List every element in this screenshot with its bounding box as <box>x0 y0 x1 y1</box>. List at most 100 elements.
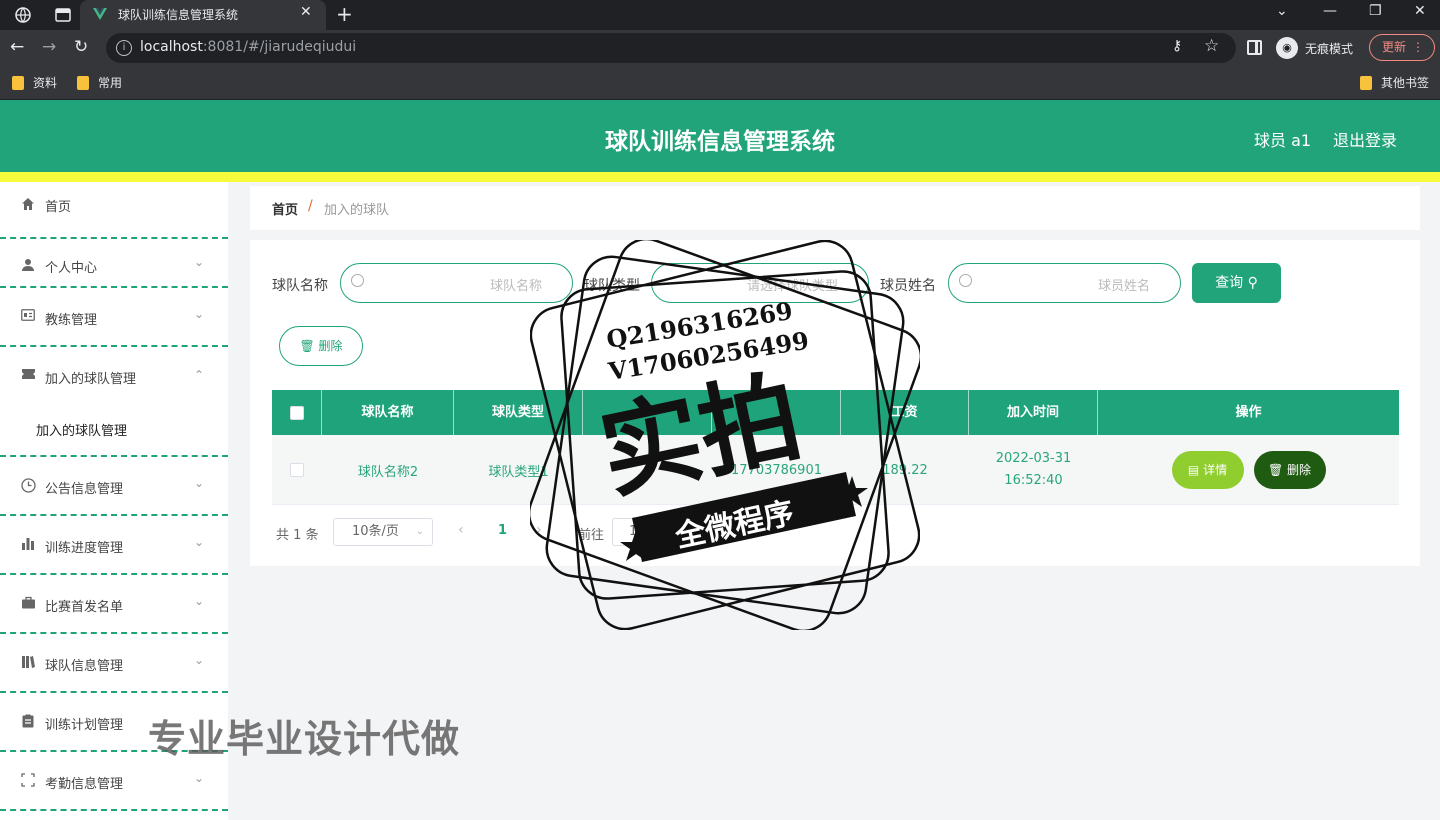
folder-icon <box>77 75 89 90</box>
column-header[interactable] <box>712 390 841 435</box>
scan-icon <box>20 773 36 789</box>
pagination-total: 共 1 条 <box>276 528 319 543</box>
select-all-cell[interactable] <box>272 390 322 435</box>
new-tab-icon[interactable]: + <box>336 2 353 26</box>
pagination: 共 1 条 10条/页 ⌄ ‹ 1 › 前往 1 <box>276 518 976 548</box>
clock-icon <box>20 478 36 494</box>
row-select-cell[interactable] <box>272 435 322 505</box>
cell-actions: ▤ 详情 🗑 删除 <box>1098 435 1399 505</box>
sidebar-item-home[interactable]: 首页 <box>0 182 228 239</box>
column-header[interactable]: 工资 <box>841 390 969 435</box>
chevron-down-icon: ⌄ <box>194 535 205 549</box>
chevron-down-icon: ⌄ <box>194 307 205 321</box>
breadcrumb-home[interactable]: 首页 <box>272 199 298 218</box>
other-bookmarks[interactable]: 其他书签 <box>1360 74 1429 91</box>
id-card-icon <box>20 309 36 325</box>
info-icon[interactable]: i <box>116 40 132 56</box>
trash-icon: 🗑 <box>299 339 315 353</box>
star-icon[interactable]: ☆ <box>1204 36 1219 56</box>
row-checkbox[interactable] <box>290 463 304 477</box>
sidebar-item-coach[interactable]: 教练管理 ⌄ <box>0 288 228 347</box>
overlay-watermark-text: 专业毕业设计代做 <box>148 717 461 761</box>
team-name-input[interactable]: 球队名称 <box>340 263 573 303</box>
chevron-down-icon: ⌄ <box>415 526 424 537</box>
cell-join-time: 2022-03-31 16:52:40 <box>995 451 1072 488</box>
bookmarks-bar: 资料 常用 其他书签 <box>0 66 1440 100</box>
content-card: 球队名称 球队名称 球队类型 请选择球队类型 球员姓名 球员姓名 查询 ⚲ 🗑 … <box>250 240 1420 566</box>
delete-button[interactable]: 🗑 删除 <box>1253 451 1326 489</box>
chevron-down-icon[interactable]: ⌄ <box>1276 3 1288 19</box>
chevron-down-icon: ⌄ <box>194 255 205 269</box>
goto-label: 前往 <box>578 528 605 543</box>
page-number[interactable]: 1 <box>498 523 507 538</box>
chevron-down-icon: ⌄ <box>194 771 205 785</box>
column-header[interactable]: 球队名称 <box>322 390 454 435</box>
select-all-checkbox[interactable] <box>289 405 304 420</box>
globe-icon[interactable] <box>12 4 34 26</box>
close-icon[interactable]: ✕ <box>300 4 312 20</box>
url-text: localhost:8081/#/jiarudeqiudui <box>140 39 357 55</box>
bookmark-folder[interactable]: 常用 <box>77 74 122 91</box>
player-name-input[interactable]: 球员姓名 <box>948 263 1181 303</box>
search-icon <box>959 274 972 287</box>
sidebar-item-joined-team[interactable]: 加入的球队管理 ⌃ <box>0 347 228 406</box>
browser-tab[interactable]: 球队训练信息管理系统 ✕ <box>80 0 326 30</box>
sidebar-item-team-info[interactable]: 球队信息管理 ⌄ <box>0 634 228 693</box>
next-page-icon[interactable]: › <box>536 522 542 538</box>
team-type-select[interactable]: 请选择球队类型 <box>651 263 869 303</box>
more-icon: ⋮ <box>1412 40 1424 54</box>
incognito-icon[interactable]: ◉ <box>1276 37 1298 59</box>
restore-icon[interactable]: ❐ <box>1369 3 1382 19</box>
reload-icon[interactable]: ↻ <box>74 37 88 57</box>
back-icon[interactable]: ← <box>10 37 24 57</box>
breadcrumb-separator: / <box>308 198 313 214</box>
team-type-label: 球队类型 <box>584 278 640 294</box>
search-icon <box>351 274 364 287</box>
close-window-icon[interactable]: ✕ <box>1414 3 1426 19</box>
column-header[interactable]: 加入时间 <box>969 390 1098 435</box>
batch-delete-button[interactable]: 🗑 删除 <box>279 326 363 366</box>
data-table: 球队名称 球队类型 工资 加入时间 操作 球队名称2 球队类型1 1770378… <box>272 390 1399 505</box>
player-name-label: 球员姓名 <box>880 278 936 294</box>
column-header[interactable]: 球队类型 <box>454 390 583 435</box>
chevron-down-icon: ⌄ <box>194 653 205 667</box>
query-button[interactable]: 查询 ⚲ <box>1192 263 1281 303</box>
goto-page-input[interactable]: 1 <box>612 518 656 546</box>
cell-salary: 189.22 <box>882 462 928 478</box>
clipboard-icon <box>20 714 36 730</box>
sidebar-item-profile[interactable]: 个人中心 ⌄ <box>0 239 228 288</box>
chevron-down-icon: ⌄ <box>194 476 205 490</box>
document-icon: ▤ <box>1187 463 1200 477</box>
column-header[interactable] <box>583 390 712 435</box>
sidebar-subitem-joined-team[interactable]: 加入的球队管理 <box>0 400 228 457</box>
folder-icon <box>1360 75 1372 90</box>
app-title: 球队训练信息管理系统 <box>605 129 835 155</box>
prev-page-icon[interactable]: ‹ <box>458 522 464 538</box>
team-name-label: 球队名称 <box>272 278 328 294</box>
bar-chart-icon <box>20 537 36 553</box>
page-size-select[interactable]: 10条/页 ⌄ <box>333 518 433 546</box>
key-icon[interactable]: ⚷ <box>1172 38 1182 54</box>
vue-logo-icon <box>93 8 107 20</box>
app-header: 球队训练信息管理系统 球员 a1 退出登录 <box>0 100 1440 172</box>
tab-strip-icon[interactable] <box>52 4 74 26</box>
logout-link[interactable]: 退出登录 <box>1333 127 1397 151</box>
sidebar-item-lineup[interactable]: 比赛首发名单 ⌄ <box>0 575 228 634</box>
browser-toolbar: ← → ↻ i localhost:8081/#/jiarudeqiudui ⚷… <box>0 30 1440 66</box>
detail-button[interactable]: ▤ 详情 <box>1171 451 1244 489</box>
side-panel-icon[interactable] <box>1247 40 1262 55</box>
header-stripe <box>0 172 1440 182</box>
cell-team-name: 球队名称2 <box>357 464 419 480</box>
address-bar[interactable]: i localhost:8081/#/jiarudeqiudui ⚷ ☆ <box>106 33 1236 63</box>
incognito-label: 无痕模式 <box>1305 42 1354 56</box>
cell-col3 <box>583 435 712 505</box>
sidebar-item-notice[interactable]: 公告信息管理 ⌄ <box>0 457 228 516</box>
update-button[interactable]: 更新 ⋮ <box>1369 34 1435 61</box>
sidebar-item-progress[interactable]: 训练进度管理 ⌄ <box>0 516 228 575</box>
bookmark-folder[interactable]: 资料 <box>12 74 57 91</box>
minimize-icon[interactable]: — <box>1323 3 1337 19</box>
cell-team-type: 球队类型1 <box>488 464 549 480</box>
forward-icon[interactable]: → <box>42 37 56 57</box>
user-icon <box>20 258 36 274</box>
table-row: 球队名称2 球队类型1 17703786901 189.22 2022-03-3… <box>272 435 1399 505</box>
